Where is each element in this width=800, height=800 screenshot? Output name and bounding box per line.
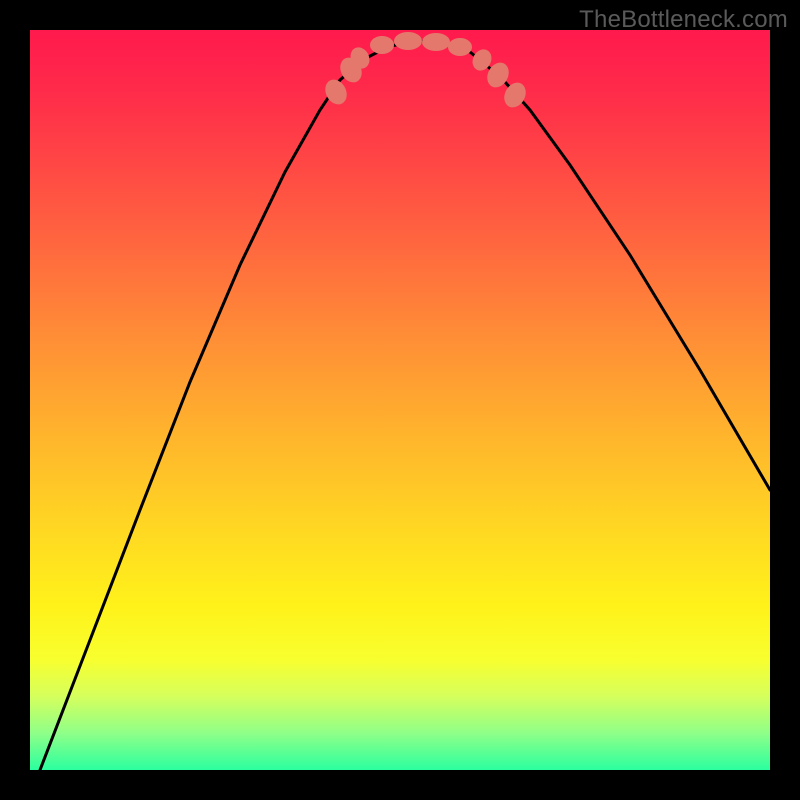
watermark-label: TheBottleneck.com xyxy=(579,6,788,34)
chart-frame: TheBottleneck.com xyxy=(0,0,800,800)
chart-marker xyxy=(448,38,472,56)
chart-marker xyxy=(422,33,450,51)
chart-svg xyxy=(30,30,770,770)
chart-marker xyxy=(394,32,422,50)
plot-area xyxy=(30,30,770,770)
chart-markers xyxy=(321,32,530,111)
chart-marker xyxy=(370,36,394,54)
chart-curve xyxy=(40,41,770,770)
